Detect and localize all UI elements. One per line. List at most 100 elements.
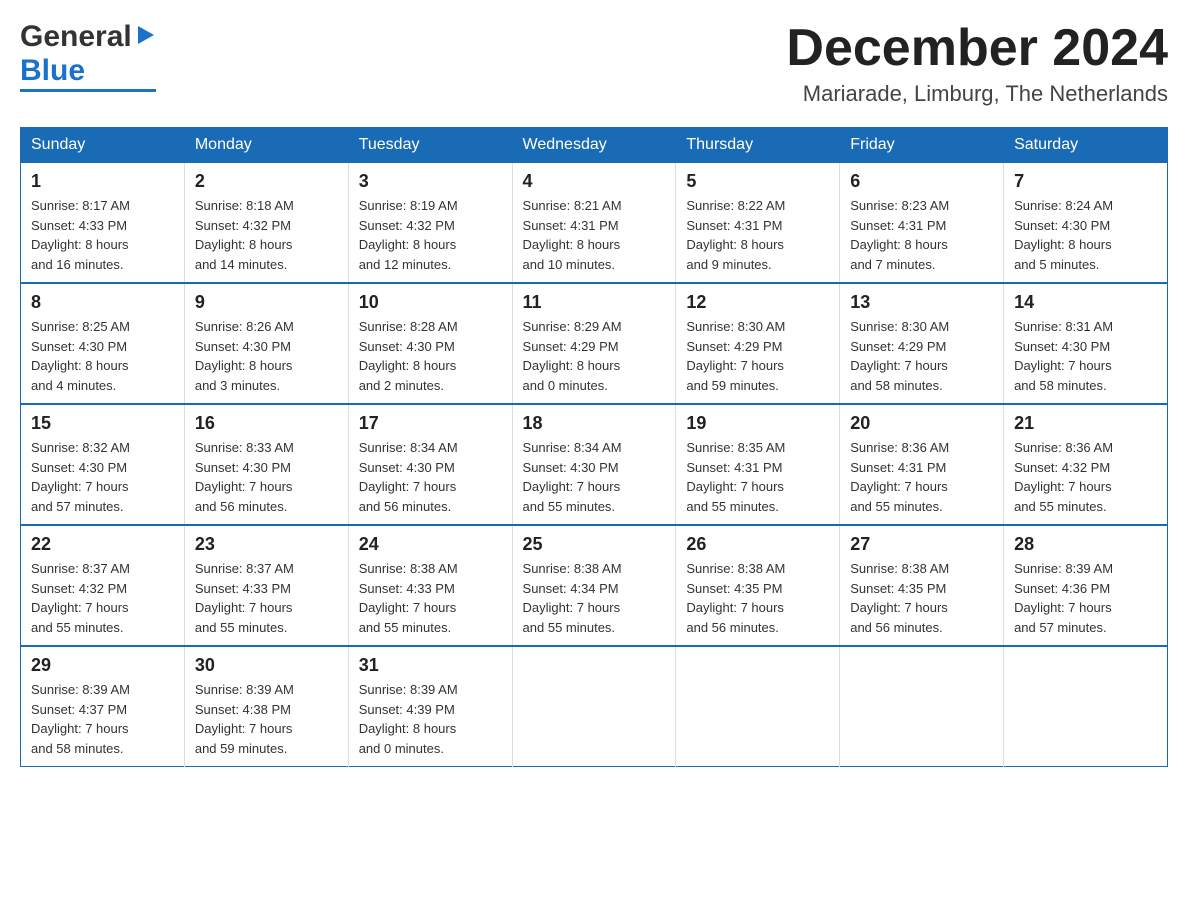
day-info: Sunrise: 8:38 AM Sunset: 4:33 PM Dayligh… <box>359 559 502 637</box>
day-info: Sunrise: 8:22 AM Sunset: 4:31 PM Dayligh… <box>686 196 829 274</box>
calendar-cell: 19Sunrise: 8:35 AM Sunset: 4:31 PM Dayli… <box>676 404 840 525</box>
day-number: 9 <box>195 292 338 313</box>
calendar-cell: 2Sunrise: 8:18 AM Sunset: 4:32 PM Daylig… <box>184 163 348 284</box>
calendar-cell: 14 Sunrise: 8:31 AM Sunset: 4:30 PM Dayli… <box>1004 283 1168 404</box>
title-section: December 2024 Mariarade, Limburg, The Ne… <box>786 20 1168 107</box>
day-number: 11 <box>523 292 666 313</box>
day-number: 29 <box>31 655 174 676</box>
calendar-cell: 20 Sunrise: 8:36 AM Sunset: 4:31 PM Dayli… <box>840 404 1004 525</box>
day-info: Sunrise: 8:34 AM Sunset: 4:30 PM Dayligh… <box>523 438 666 516</box>
day-number: 17 <box>359 413 502 434</box>
col-header-friday: Friday <box>840 128 1004 163</box>
logo-general: General <box>20 20 132 54</box>
day-info: Sunrise: 8:35 AM Sunset: 4:31 PM Dayligh… <box>686 438 829 516</box>
day-info: Sunrise: 8:37 AM Sunset: 4:32 PM Dayligh… <box>31 559 174 637</box>
calendar-cell: 6Sunrise: 8:23 AM Sunset: 4:31 PM Daylig… <box>840 163 1004 284</box>
location-title: Mariarade, Limburg, The Netherlands <box>786 81 1168 107</box>
day-info: Sunrise: 8:30 AM Sunset: 4:29 PM Dayligh… <box>686 317 829 395</box>
col-header-monday: Monday <box>184 128 348 163</box>
col-header-saturday: Saturday <box>1004 128 1168 163</box>
day-info: Sunrise: 8:38 AM Sunset: 4:35 PM Dayligh… <box>686 559 829 637</box>
day-number: 22 <box>31 534 174 555</box>
day-number: 24 <box>359 534 502 555</box>
day-info: Sunrise: 8:31 AM Sunset: 4:30 PM Dayligh… <box>1014 317 1157 395</box>
day-number: 8 <box>31 292 174 313</box>
day-number: 10 <box>359 292 502 313</box>
day-info: Sunrise: 8:34 AM Sunset: 4:30 PM Dayligh… <box>359 438 502 516</box>
calendar-cell <box>1004 646 1168 767</box>
day-info: Sunrise: 8:32 AM Sunset: 4:30 PM Dayligh… <box>31 438 174 516</box>
day-info: Sunrise: 8:23 AM Sunset: 4:31 PM Dayligh… <box>850 196 993 274</box>
calendar-cell: 1 Sunrise: 8:17 AM Sunset: 4:33 PM Daylig… <box>21 163 185 284</box>
col-header-sunday: Sunday <box>21 128 185 163</box>
day-info: Sunrise: 8:21 AM Sunset: 4:31 PM Dayligh… <box>523 196 666 274</box>
calendar-cell: 31 Sunrise: 8:39 AM Sunset: 4:39 PM Dayli… <box>348 646 512 767</box>
calendar-cell: 23Sunrise: 8:37 AM Sunset: 4:33 PM Dayli… <box>184 525 348 646</box>
day-info: Sunrise: 8:39 AM Sunset: 4:39 PM Dayligh… <box>359 680 502 758</box>
day-info: Sunrise: 8:36 AM Sunset: 4:32 PM Dayligh… <box>1014 438 1157 516</box>
day-number: 16 <box>195 413 338 434</box>
day-number: 12 <box>686 292 829 313</box>
day-number: 18 <box>523 413 666 434</box>
calendar-cell: 17 Sunrise: 8:34 AM Sunset: 4:30 PM Dayli… <box>348 404 512 525</box>
day-number: 14 <box>1014 292 1157 313</box>
logo-underline <box>20 89 156 92</box>
calendar-cell: 27Sunrise: 8:38 AM Sunset: 4:35 PM Dayli… <box>840 525 1004 646</box>
day-info: Sunrise: 8:19 AM Sunset: 4:32 PM Dayligh… <box>359 196 502 274</box>
day-info: Sunrise: 8:33 AM Sunset: 4:30 PM Dayligh… <box>195 438 338 516</box>
calendar-week-row: 15 Sunrise: 8:32 AM Sunset: 4:30 PM Dayli… <box>21 404 1168 525</box>
calendar-table: SundayMondayTuesdayWednesdayThursdayFrid… <box>20 127 1168 767</box>
day-number: 28 <box>1014 534 1157 555</box>
day-number: 20 <box>850 413 993 434</box>
calendar-cell: 15 Sunrise: 8:32 AM Sunset: 4:30 PM Dayli… <box>21 404 185 525</box>
day-info: Sunrise: 8:38 AM Sunset: 4:34 PM Dayligh… <box>523 559 666 637</box>
calendar-cell: 16 Sunrise: 8:33 AM Sunset: 4:30 PM Dayli… <box>184 404 348 525</box>
day-number: 30 <box>195 655 338 676</box>
calendar-cell: 11 Sunrise: 8:29 AM Sunset: 4:29 PM Dayli… <box>512 283 676 404</box>
day-number: 1 <box>31 171 174 192</box>
calendar-cell: 8 Sunrise: 8:25 AM Sunset: 4:30 PM Daylig… <box>21 283 185 404</box>
logo: General Blue <box>20 20 156 92</box>
calendar-cell: 24 Sunrise: 8:38 AM Sunset: 4:33 PM Dayli… <box>348 525 512 646</box>
calendar-cell: 12 Sunrise: 8:30 AM Sunset: 4:29 PM Dayli… <box>676 283 840 404</box>
day-info: Sunrise: 8:39 AM Sunset: 4:36 PM Dayligh… <box>1014 559 1157 637</box>
calendar-cell: 7 Sunrise: 8:24 AM Sunset: 4:30 PM Daylig… <box>1004 163 1168 284</box>
calendar-cell: 21Sunrise: 8:36 AM Sunset: 4:32 PM Dayli… <box>1004 404 1168 525</box>
calendar-cell <box>676 646 840 767</box>
day-info: Sunrise: 8:25 AM Sunset: 4:30 PM Dayligh… <box>31 317 174 395</box>
calendar-cell: 30 Sunrise: 8:39 AM Sunset: 4:38 PM Dayli… <box>184 646 348 767</box>
day-number: 15 <box>31 413 174 434</box>
page-header: General Blue December 2024 Mariarade, Li… <box>20 20 1168 107</box>
calendar-cell: 22 Sunrise: 8:37 AM Sunset: 4:32 PM Dayli… <box>21 525 185 646</box>
day-info: Sunrise: 8:30 AM Sunset: 4:29 PM Dayligh… <box>850 317 993 395</box>
day-info: Sunrise: 8:26 AM Sunset: 4:30 PM Dayligh… <box>195 317 338 395</box>
calendar-cell: 13 Sunrise: 8:30 AM Sunset: 4:29 PM Dayli… <box>840 283 1004 404</box>
calendar-week-row: 29 Sunrise: 8:39 AM Sunset: 4:37 PM Dayli… <box>21 646 1168 767</box>
day-number: 26 <box>686 534 829 555</box>
day-number: 25 <box>523 534 666 555</box>
col-header-tuesday: Tuesday <box>348 128 512 163</box>
day-number: 31 <box>359 655 502 676</box>
logo-triangle-icon <box>134 24 156 46</box>
calendar-cell: 25 Sunrise: 8:38 AM Sunset: 4:34 PM Dayli… <box>512 525 676 646</box>
calendar-cell: 18 Sunrise: 8:34 AM Sunset: 4:30 PM Dayli… <box>512 404 676 525</box>
day-info: Sunrise: 8:37 AM Sunset: 4:33 PM Dayligh… <box>195 559 338 637</box>
calendar-cell: 10Sunrise: 8:28 AM Sunset: 4:30 PM Dayli… <box>348 283 512 404</box>
calendar-cell <box>512 646 676 767</box>
day-info: Sunrise: 8:39 AM Sunset: 4:37 PM Dayligh… <box>31 680 174 758</box>
day-info: Sunrise: 8:39 AM Sunset: 4:38 PM Dayligh… <box>195 680 338 758</box>
day-info: Sunrise: 8:36 AM Sunset: 4:31 PM Dayligh… <box>850 438 993 516</box>
calendar-header-row: SundayMondayTuesdayWednesdayThursdayFrid… <box>21 128 1168 163</box>
day-info: Sunrise: 8:29 AM Sunset: 4:29 PM Dayligh… <box>523 317 666 395</box>
calendar-week-row: 8 Sunrise: 8:25 AM Sunset: 4:30 PM Daylig… <box>21 283 1168 404</box>
col-header-wednesday: Wednesday <box>512 128 676 163</box>
calendar-cell <box>840 646 1004 767</box>
day-info: Sunrise: 8:38 AM Sunset: 4:35 PM Dayligh… <box>850 559 993 637</box>
day-info: Sunrise: 8:17 AM Sunset: 4:33 PM Dayligh… <box>31 196 174 274</box>
calendar-cell: 29 Sunrise: 8:39 AM Sunset: 4:37 PM Dayli… <box>21 646 185 767</box>
day-number: 13 <box>850 292 993 313</box>
day-info: Sunrise: 8:18 AM Sunset: 4:32 PM Dayligh… <box>195 196 338 274</box>
calendar-week-row: 22 Sunrise: 8:37 AM Sunset: 4:32 PM Dayli… <box>21 525 1168 646</box>
day-info: Sunrise: 8:24 AM Sunset: 4:30 PM Dayligh… <box>1014 196 1157 274</box>
day-number: 7 <box>1014 171 1157 192</box>
